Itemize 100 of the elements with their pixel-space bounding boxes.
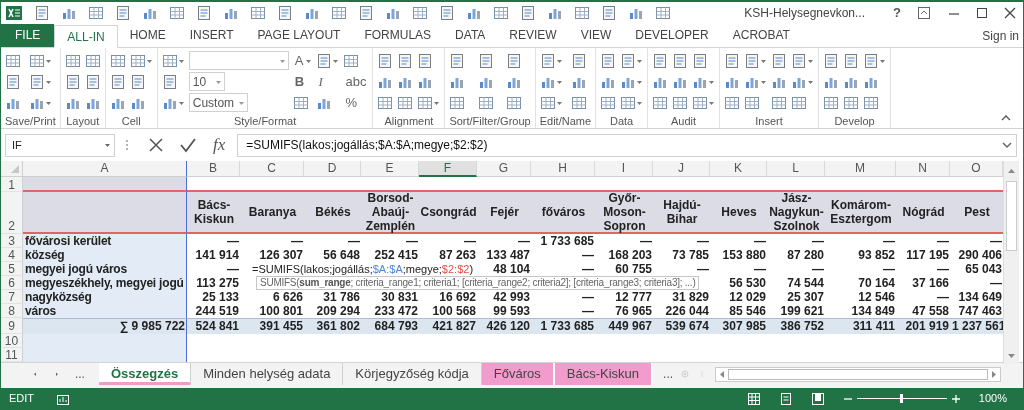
zoom-level[interactable]: 100% (978, 390, 1007, 407)
grid-icon[interactable] (397, 94, 414, 111)
grid-icon[interactable] (169, 5, 185, 21)
more-sheets-button[interactable]: ... (74, 363, 85, 385)
sheet-icon[interactable] (744, 52, 761, 69)
row-header[interactable]: 1 (1, 177, 23, 192)
column-header[interactable]: A (23, 161, 187, 177)
column-header[interactable]: J (653, 161, 710, 177)
grid-icon[interactable] (771, 94, 788, 111)
sheet-icon[interactable] (277, 5, 293, 21)
grid-icon[interactable] (843, 94, 860, 111)
grid-icon[interactable] (343, 52, 360, 69)
sheet-icon[interactable] (358, 5, 374, 21)
column-header[interactable]: B (187, 161, 240, 177)
sheet-icon[interactable] (449, 52, 466, 69)
ribbon-tab[interactable]: PAGE LAYOUT (245, 24, 353, 47)
grid-icon[interactable] (449, 94, 466, 111)
formula-field[interactable]: =SUMIFS(lakos;jogállás;$A:$A;megye;$2:$2) (237, 133, 1017, 157)
check-icon[interactable] (179, 136, 197, 154)
sheet-tab[interactable]: Minden helység adata (191, 363, 344, 385)
grid-icon[interactable] (506, 94, 523, 111)
sheet-icon[interactable] (506, 52, 523, 69)
vertical-scrollbar[interactable] (1003, 161, 1019, 364)
sheet-icon[interactable] (316, 52, 333, 69)
ribbon-tab[interactable]: DATA (443, 24, 498, 47)
grid-icon[interactable] (417, 94, 434, 111)
row-header[interactable]: 11 (1, 348, 23, 362)
format-button[interactable]: abc (343, 72, 369, 91)
grid-icon[interactable] (129, 52, 146, 69)
grid-icon[interactable] (292, 94, 309, 111)
sign-in-link[interactable]: Sign in (982, 26, 1019, 45)
sheet-icon[interactable] (672, 52, 689, 69)
ribbon-tab[interactable]: ACROBAT (720, 24, 802, 47)
row-header[interactable]: 9 (1, 318, 23, 334)
grid-icon[interactable] (655, 5, 671, 21)
row-header[interactable]: 3 (1, 234, 23, 248)
grid-icon[interactable] (377, 94, 394, 111)
column-header[interactable]: G (477, 161, 531, 177)
ribbon-tab[interactable]: DEVELOPER (623, 24, 721, 47)
sheet-tab[interactable]: Bács-Kiskun (554, 363, 654, 385)
grid-icon[interactable] (412, 5, 428, 21)
grid-icon[interactable] (539, 94, 556, 111)
column-header[interactable]: E (361, 161, 419, 177)
sheet-icon[interactable] (109, 73, 126, 90)
sheet-tab[interactable]: Összegzés (98, 363, 192, 385)
sheet-icon[interactable] (196, 5, 212, 21)
grid-icon[interactable] (88, 5, 104, 21)
sheet-icon[interactable] (129, 73, 146, 90)
expand-icon[interactable] (1002, 141, 1012, 149)
grid-icon[interactable] (574, 5, 590, 21)
sheet-icon[interactable] (724, 52, 741, 69)
help-button[interactable]: ? (893, 3, 901, 23)
grid-icon[interactable] (570, 94, 587, 111)
row-header[interactable]: 4 (1, 248, 23, 262)
format-button[interactable]: B (292, 72, 307, 91)
grid-icon[interactable] (791, 94, 808, 111)
column-header[interactable]: L (767, 161, 825, 177)
zoom-slider[interactable] (856, 393, 947, 404)
grid-icon[interactable] (863, 94, 880, 111)
grid-icon[interactable] (161, 52, 178, 69)
sheet-icon[interactable] (34, 5, 50, 21)
grid-icon[interactable] (28, 52, 45, 69)
cancel-icon[interactable] (147, 136, 165, 154)
name-box[interactable]: IF (5, 133, 115, 157)
ribbon-display-icon[interactable] (917, 6, 931, 20)
close-icon[interactable] (1003, 6, 1017, 20)
sheet-icon[interactable] (791, 52, 808, 69)
cell-editor[interactable]: =SUMIFS(lakos;jogállás;$A:$A;megye;$2:$2) (250, 262, 476, 276)
sheet-icon[interactable] (115, 5, 131, 21)
sheet-icon[interactable] (5, 73, 21, 90)
grid-icon[interactable] (250, 5, 266, 21)
insert-function-button[interactable]: fx (213, 132, 226, 158)
column-header[interactable]: K (710, 161, 767, 177)
sheet-icon[interactable] (863, 52, 880, 69)
ribbon-tab[interactable]: REVIEW (497, 24, 569, 47)
grid-icon[interactable] (744, 94, 761, 111)
horizontal-scrollbar[interactable] (715, 367, 1001, 382)
grid-icon[interactable] (64, 52, 81, 69)
grid-icon[interactable] (331, 5, 347, 21)
row-header[interactable]: 8 (1, 304, 23, 318)
column-header[interactable]: M (825, 161, 896, 177)
sheet-tab[interactable]: Körjegyzőség kódja (343, 363, 482, 385)
sheet-icon[interactable] (477, 52, 494, 69)
sheet-icon[interactable] (520, 5, 536, 21)
grid-icon[interactable] (109, 52, 126, 69)
row-header[interactable]: 7 (1, 290, 23, 304)
scroll-thumb[interactable] (1006, 181, 1017, 251)
format-button[interactable]: I (316, 72, 325, 91)
ribbon-tab[interactable]: VIEW (568, 24, 624, 47)
sheet-icon[interactable] (417, 52, 434, 69)
sheet-icon[interactable] (439, 5, 455, 21)
sheet-icon[interactable] (823, 52, 840, 69)
column-header[interactable]: C (240, 161, 304, 177)
more-sheets-button[interactable]: ... (663, 363, 674, 385)
file-tab[interactable]: FILE (1, 24, 55, 47)
grid-icon[interactable] (652, 94, 669, 111)
row-header[interactable]: 6 (1, 276, 23, 290)
font-field[interactable] (188, 51, 289, 70)
sheet-tab[interactable]: Főváros (481, 363, 555, 385)
normal-view-icon[interactable] (746, 391, 761, 406)
